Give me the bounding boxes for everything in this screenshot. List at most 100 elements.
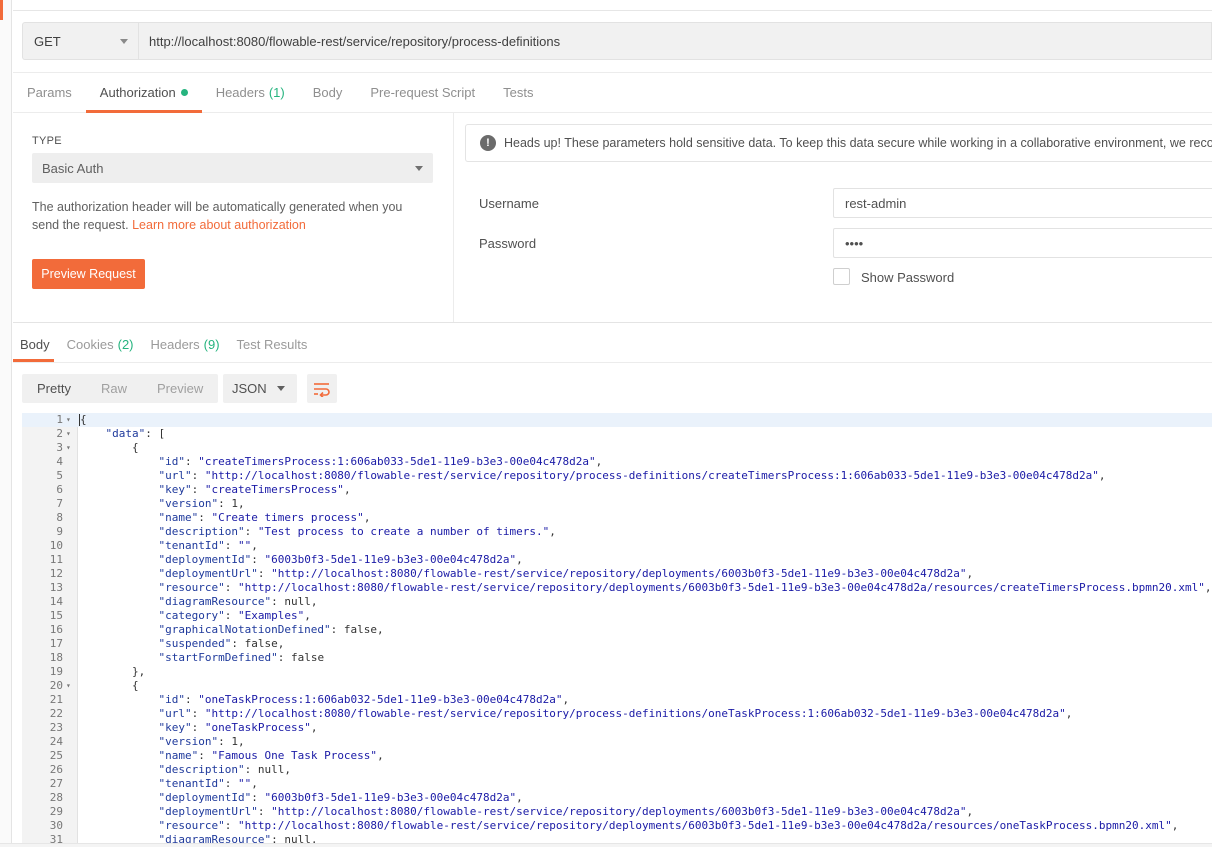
code-line: 16 "graphicalNotationDefined": false, <box>22 623 1212 637</box>
code-line: 29 "deploymentUrl": "http://localhost:80… <box>22 805 1212 819</box>
method-select[interactable]: GET <box>22 22 138 60</box>
code-line: 8 "name": "Create timers process", <box>22 511 1212 525</box>
line-number: 3 <box>56 441 63 454</box>
code-line: 12 "deploymentUrl": "http://localhost:80… <box>22 567 1212 581</box>
code-text: "url": "http://localhost:8080/flowable-r… <box>158 707 1073 720</box>
code-line: 18 "startFormDefined": false <box>22 651 1212 665</box>
line-number: 1 <box>56 413 63 426</box>
tab-params[interactable]: Params <box>13 73 86 112</box>
learn-more-link[interactable]: Learn more about authorization <box>132 218 306 232</box>
code-text: }, <box>79 665 146 678</box>
wrap-lines-icon <box>314 382 330 397</box>
response-tabs: Body Cookies (2) Headers (9) Test Results <box>13 326 317 362</box>
code-line: 15 "category": "Examples", <box>22 609 1212 623</box>
line-number: 28 <box>49 791 63 804</box>
code-text: "resource": "http://localhost:8080/flowa… <box>158 819 1179 832</box>
code-line: 25 "name": "Famous One Task Process", <box>22 749 1212 763</box>
code-text: "suspended": false, <box>158 637 285 650</box>
password-value: •••• <box>845 235 864 251</box>
code-line: 5 "url": "http://localhost:8080/flowable… <box>22 469 1212 483</box>
code-line: 26 "description": null, <box>22 763 1212 777</box>
tab-label: Body <box>20 336 50 352</box>
tab-tests[interactable]: Tests <box>489 73 547 112</box>
code-line: 3 ▾ { <box>22 441 1212 455</box>
line-number: 10 <box>49 539 63 552</box>
line-number: 6 <box>56 483 63 496</box>
url-bar: GET http://localhost:8080/flowable-rest/… <box>22 22 1212 60</box>
password-field[interactable]: •••• <box>833 228 1212 258</box>
tab-label: Body <box>312 85 343 100</box>
tab-response-headers[interactable]: Headers (9) <box>144 326 230 362</box>
tab-authorization[interactable]: Authorization <box>85 73 202 113</box>
url-input[interactable]: http://localhost:8080/flowable-rest/serv… <box>138 22 1212 60</box>
line-number: 26 <box>49 763 63 776</box>
code-line: 1 ▾ { <box>22 413 1212 427</box>
code-line: 19 }, <box>22 665 1212 679</box>
type-label: TYPE <box>32 135 62 147</box>
tab-count: (9) <box>203 336 220 352</box>
wrap-lines-button[interactable] <box>307 374 337 403</box>
code-lines: 1 ▾{2 ▾ "data": [3 ▾ {4 "id": "createTimers… <box>22 413 1212 843</box>
auth-description: The authorization header will be automat… <box>32 198 427 234</box>
code-text: "data": [ <box>105 427 166 440</box>
tab-label: Headers <box>150 336 200 352</box>
line-number: 22 <box>49 707 63 720</box>
pretty-button[interactable]: Pretty <box>22 374 86 403</box>
code-text: "id": "oneTaskProcess:1:606ab032-5de1-11… <box>158 693 570 706</box>
code-line: 2 ▾ "data": [ <box>22 427 1212 441</box>
info-icon: ! <box>480 135 496 151</box>
tab-count: (2) <box>117 336 134 352</box>
chevron-down-icon <box>415 165 423 171</box>
code-text: "id": "createTimersProcess:1:606ab033-5d… <box>158 455 603 468</box>
code-text: "url": "http://localhost:8080/flowable-r… <box>158 469 1106 482</box>
code-text: { <box>79 413 87 426</box>
tab-label: Params <box>27 85 72 100</box>
chevron-down-icon <box>120 38 128 44</box>
line-number: 13 <box>49 581 63 594</box>
auth-type-select[interactable]: Basic Auth <box>32 153 433 183</box>
line-number: 12 <box>49 567 63 580</box>
show-password-label[interactable]: Show Password <box>861 270 954 285</box>
code-text: "startFormDefined": false <box>158 651 325 664</box>
username-field[interactable]: rest-admin <box>833 188 1212 218</box>
line-number: 25 <box>49 749 63 762</box>
code-text: "name": "Famous One Task Process", <box>158 749 384 762</box>
tab-cookies[interactable]: Cookies (2) <box>60 326 144 362</box>
tab-pre-request-script[interactable]: Pre-request Script <box>356 73 489 112</box>
line-number: 8 <box>56 511 63 524</box>
line-number: 20 <box>49 679 63 692</box>
sidebar-edge <box>0 0 12 847</box>
fold-toggle-icon[interactable]: ▾ <box>66 679 71 693</box>
code-line: 6 "key": "createTimersProcess", <box>22 483 1212 497</box>
notice-text: Heads up! These parameters hold sensitiv… <box>504 136 1212 150</box>
password-label: Password <box>479 236 537 251</box>
preview-request-button[interactable]: Preview Request <box>32 259 145 289</box>
show-password-checkbox[interactable] <box>833 268 850 285</box>
code-text: { <box>79 441 139 454</box>
chevron-down-icon <box>276 386 285 391</box>
code-text: "version": 1, <box>158 735 245 748</box>
code-line: 21 "id": "oneTaskProcess:1:606ab032-5de1… <box>22 693 1212 707</box>
code-line: 4 "id": "createTimersProcess:1:606ab033-… <box>22 455 1212 469</box>
code-line: 13 "resource": "http://localhost:8080/fl… <box>22 581 1212 595</box>
sensitive-data-notice: ! Heads up! These parameters hold sensit… <box>465 124 1212 162</box>
raw-button[interactable]: Raw <box>86 374 142 403</box>
response-body-viewer[interactable]: 1 ▾{2 ▾ "data": [3 ▾ {4 "id": "createTimers… <box>22 413 1212 843</box>
fold-toggle-icon[interactable]: ▾ <box>66 427 71 441</box>
tab-test-results[interactable]: Test Results <box>230 326 318 362</box>
fold-toggle-icon[interactable]: ▾ <box>66 413 71 427</box>
preview-button[interactable]: Preview <box>142 374 218 403</box>
code-text: "description": null, <box>158 763 291 776</box>
code-line: 22 "url": "http://localhost:8080/flowabl… <box>22 707 1212 721</box>
code-line: 14 "diagramResource": null, <box>22 595 1212 609</box>
code-line: 7 "version": 1, <box>22 497 1212 511</box>
auth-type-panel: TYPE Basic Auth The authorization header… <box>13 113 454 322</box>
fold-toggle-icon[interactable]: ▾ <box>66 441 71 455</box>
line-number: 17 <box>49 637 63 650</box>
tab-label: Pre-request Script <box>370 85 476 100</box>
tab-body[interactable]: Body <box>299 73 357 112</box>
tab-response-body[interactable]: Body <box>13 326 60 362</box>
format-select[interactable]: JSON <box>223 374 297 403</box>
format-value: JSON <box>232 381 267 396</box>
tab-headers[interactable]: Headers (1) <box>202 73 299 112</box>
